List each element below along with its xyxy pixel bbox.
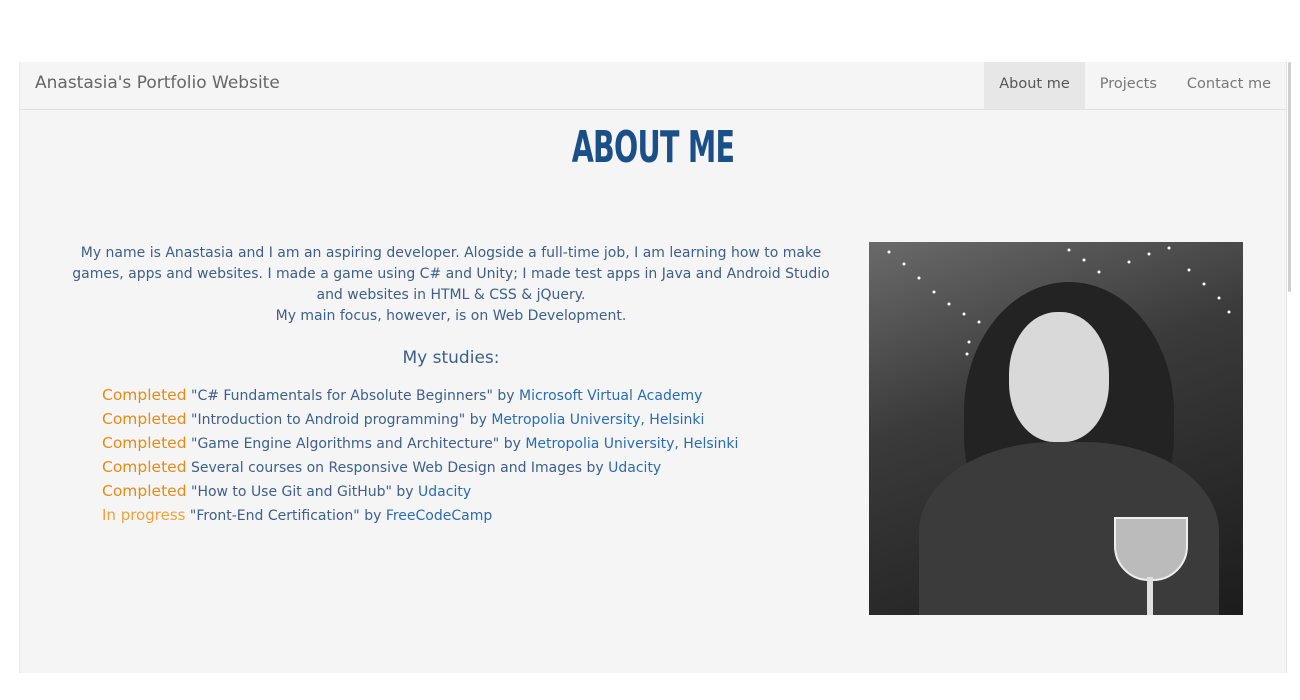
bio-text: My name is Anastasia and I am an aspirin… — [58, 243, 844, 327]
status-label: Completed — [102, 434, 187, 452]
page-scrollbar[interactable] — [1288, 62, 1291, 292]
bio-focus: My main focus, however, is on Web Develo… — [275, 308, 627, 324]
tab-contact-me[interactable]: Contact me — [1172, 62, 1286, 109]
studies-list: Completed "C# Fundamentals for Absolute … — [102, 384, 738, 528]
list-item: Completed "C# Fundamentals for Absolute … — [102, 384, 738, 408]
list-item: Completed "Introduction to Android progr… — [102, 408, 738, 432]
status-label: In progress — [102, 506, 186, 524]
status-label: Completed — [102, 386, 187, 404]
wine-glass-stem — [1147, 577, 1153, 615]
provider-link[interactable]: Udacity — [608, 460, 661, 476]
list-item: In progress "Front-End Certification" by… — [102, 504, 738, 528]
course-name: Several courses on Responsive Web Design… — [191, 460, 609, 476]
provider-link[interactable]: Microsoft Virtual Academy — [519, 388, 702, 404]
bio-paragraph: My name is Anastasia and I am an aspirin… — [72, 245, 830, 303]
list-item: Completed Several courses on Responsive … — [102, 456, 738, 480]
status-label: Completed — [102, 482, 187, 500]
page-title: ABOUT ME — [571, 122, 735, 173]
course-name: "C# Fundamentals for Absolute Beginners"… — [191, 388, 519, 404]
course-name: "How to Use Git and GitHub" by — [191, 484, 419, 500]
tab-projects[interactable]: Projects — [1085, 62, 1172, 109]
navbar: Anastasia's Portfolio Website About me P… — [20, 62, 1286, 110]
wine-glass — [1114, 517, 1188, 581]
list-item: Completed "Game Engine Algorithms and Ar… — [102, 432, 738, 456]
profile-photo — [869, 242, 1243, 615]
provider-link[interactable]: Udacity — [418, 484, 471, 500]
browser-viewport: Anastasia's Portfolio Website About me P… — [19, 62, 1287, 673]
provider-link[interactable]: Metropolia University, Helsinki — [491, 412, 704, 428]
status-label: Completed — [102, 458, 187, 476]
studies-heading: My studies: — [402, 348, 500, 368]
tab-about-me[interactable]: About me — [984, 62, 1085, 109]
site-brand[interactable]: Anastasia's Portfolio Website — [35, 73, 280, 93]
photo-face — [1009, 312, 1109, 442]
provider-link[interactable]: Metropolia University, Helsinki — [525, 436, 738, 452]
provider-link[interactable]: FreeCodeCamp — [386, 508, 492, 524]
nav-tabs: About me Projects Contact me — [984, 62, 1286, 109]
course-name: "Front-End Certification" by — [189, 508, 386, 524]
course-name: "Game Engine Algorithms and Architecture… — [191, 436, 526, 452]
course-name: "Introduction to Android programming" by — [191, 412, 492, 428]
list-item: Completed "How to Use Git and GitHub" by… — [102, 480, 738, 504]
status-label: Completed — [102, 410, 187, 428]
